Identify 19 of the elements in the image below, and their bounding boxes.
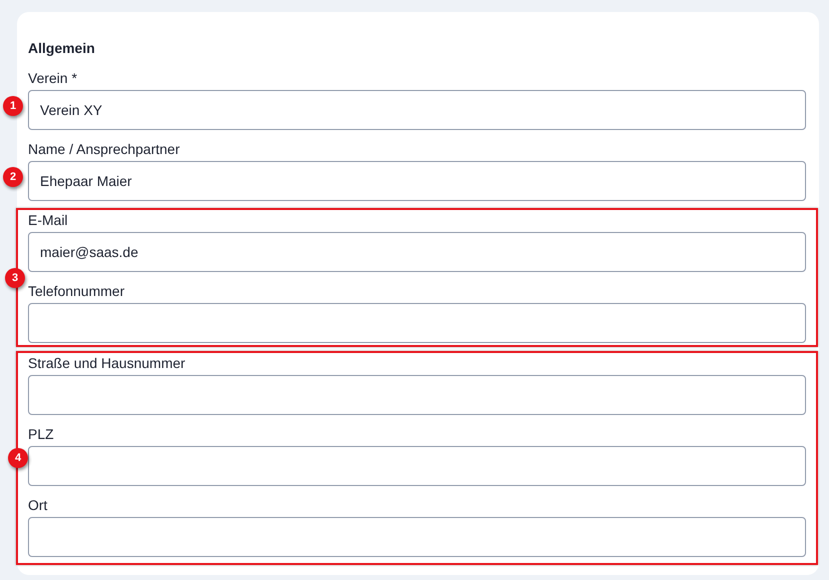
field-label: Name / Ansprechpartner xyxy=(28,140,180,159)
number-badge: 4 xyxy=(8,448,28,468)
field-label: Ort xyxy=(28,496,48,515)
input-field[interactable] xyxy=(28,303,806,343)
input-field[interactable] xyxy=(28,375,806,415)
field-label: Straße und Hausnummer xyxy=(28,354,186,373)
field-label: Telefonnummer xyxy=(28,282,124,301)
input-field[interactable] xyxy=(28,446,806,486)
field-label: PLZ xyxy=(28,425,54,444)
input-field[interactable]: Ehepaar Maier xyxy=(28,161,806,201)
field-label: Verein * xyxy=(28,69,78,88)
input-field[interactable]: Verein XY xyxy=(28,90,806,130)
field-label: E-Mail xyxy=(28,211,68,230)
number-badge: 2 xyxy=(3,167,23,187)
input-field[interactable]: maier@saas.de xyxy=(28,232,806,272)
section-title: Allgemein xyxy=(28,39,96,57)
number-badge: 3 xyxy=(5,268,25,288)
input-field[interactable] xyxy=(28,517,806,557)
number-badge: 1 xyxy=(3,96,23,116)
